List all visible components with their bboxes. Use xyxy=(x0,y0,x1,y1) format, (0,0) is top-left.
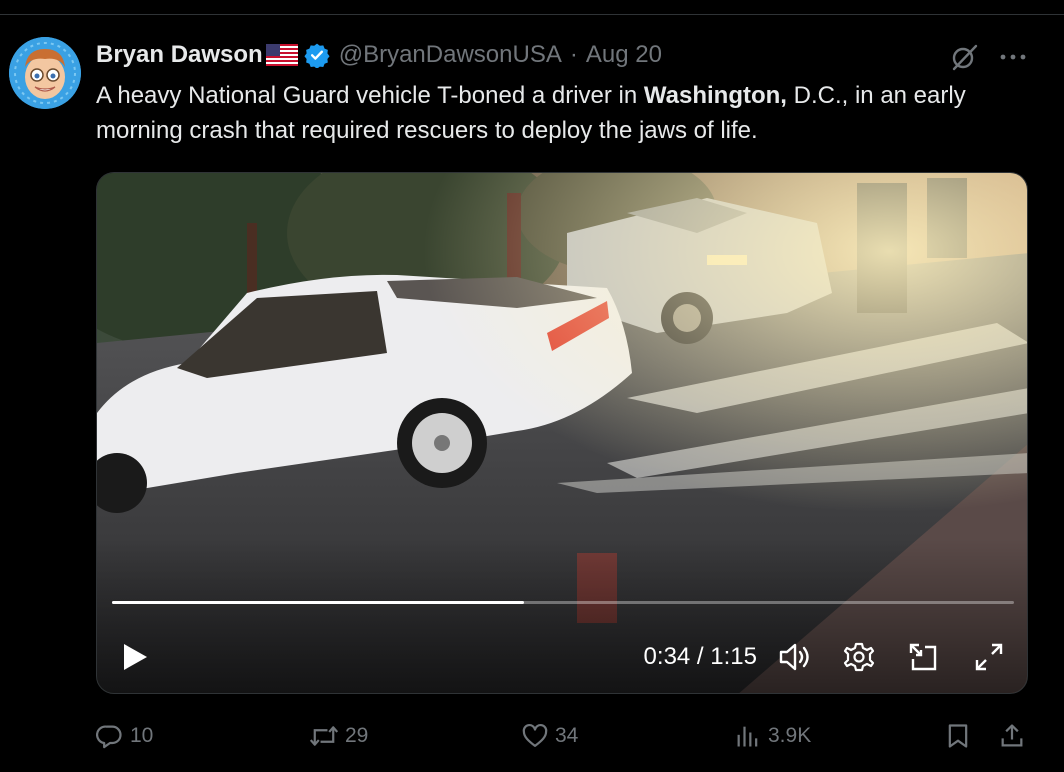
repost-count: 29 xyxy=(345,724,369,747)
tweet-text-part1: A heavy National Guard vehicle T-boned a… xyxy=(96,82,644,109)
header-separator: · xyxy=(569,41,578,68)
views-button[interactable]: 3.9K xyxy=(734,718,811,754)
tweet-date[interactable]: Aug 20 xyxy=(586,41,662,69)
views-icon xyxy=(737,726,758,747)
like-icon xyxy=(522,723,548,748)
video-current-time: 0:34 xyxy=(643,643,691,670)
video-duration: 1:15 xyxy=(710,643,757,670)
fullscreen-icon xyxy=(975,643,1003,671)
pip-icon xyxy=(909,643,937,671)
bookmark-icon xyxy=(948,724,968,748)
tweet-text-bold: Washington, xyxy=(643,82,787,109)
play-button[interactable] xyxy=(119,641,151,673)
reply-icon xyxy=(96,725,122,749)
volume-icon xyxy=(779,643,809,671)
like-button[interactable]: 34 xyxy=(521,718,578,754)
verified-badge-icon[interactable] xyxy=(304,42,330,69)
repost-button[interactable]: 29 xyxy=(309,718,368,754)
tweet-text: A heavy National Guard vehicle T-boned a… xyxy=(96,78,1046,148)
author-handle[interactable]: @BryanDawsonUSA xyxy=(339,41,562,69)
views-count: 3.9K xyxy=(768,724,812,747)
tweet-actions: 10 29 34 3.9K xyxy=(96,718,1036,754)
bookmark-button[interactable] xyxy=(944,718,978,754)
avatar[interactable] xyxy=(9,37,81,109)
avatar-illustration xyxy=(9,37,81,109)
reply-button[interactable]: 10 xyxy=(96,718,153,754)
play-icon xyxy=(124,644,147,670)
pip-button[interactable] xyxy=(907,641,939,673)
settings-icon xyxy=(843,642,875,672)
top-divider xyxy=(0,14,1064,15)
author-display-name[interactable]: Bryan Dawson xyxy=(96,41,263,69)
video-player[interactable]: 0:34 / 1:15 xyxy=(96,172,1028,694)
grok-icon[interactable] xyxy=(949,42,979,72)
share-button[interactable] xyxy=(998,718,1032,754)
video-time-separator: / xyxy=(690,643,711,670)
video-time-readout: 0:34 / 1:15 xyxy=(627,641,757,673)
repost-icon xyxy=(309,726,339,746)
share-icon xyxy=(1001,724,1023,747)
more-icon[interactable] xyxy=(998,45,1028,69)
reply-count: 10 xyxy=(130,724,154,747)
us-flag-icon xyxy=(265,44,298,66)
volume-button[interactable] xyxy=(777,641,813,673)
video-controls: 0:34 / 1:15 xyxy=(97,173,1027,693)
fullscreen-button[interactable] xyxy=(973,641,1005,673)
settings-button[interactable] xyxy=(843,641,875,673)
like-count: 34 xyxy=(555,724,579,747)
tweet-header: Bryan Dawson @BryanDawsonUSA · Aug 20 xyxy=(96,37,662,73)
